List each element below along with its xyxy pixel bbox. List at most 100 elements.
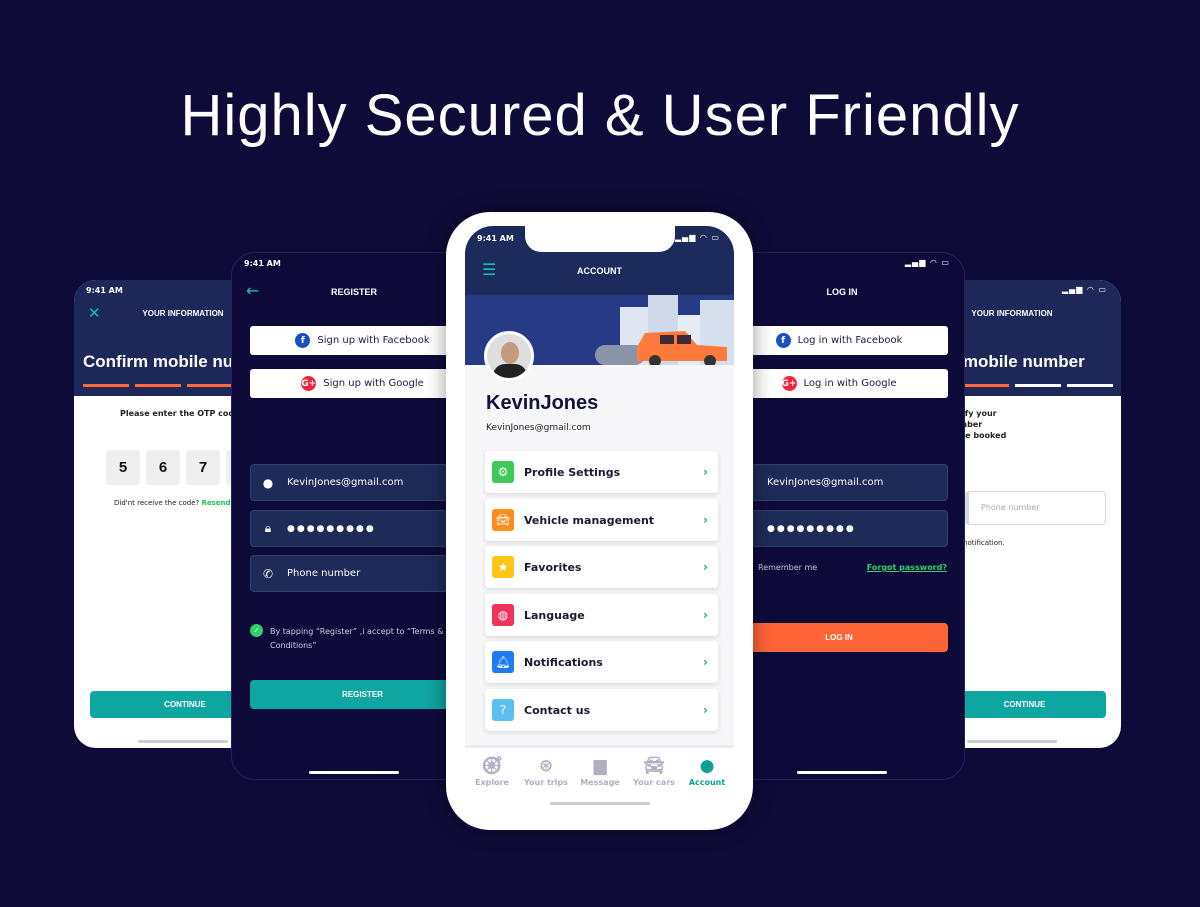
menu-label: Profile Settings bbox=[524, 465, 621, 479]
header-title: ACCOUNT bbox=[577, 266, 622, 276]
chevron-right-icon: › bbox=[703, 465, 708, 479]
menu-label: Vehicle management bbox=[524, 513, 655, 527]
home-indicator bbox=[309, 771, 399, 774]
progress-step-1 bbox=[963, 384, 1009, 387]
google-login-button[interactable]: G+ Log in with Google bbox=[730, 369, 948, 398]
user-name: KevinJones bbox=[486, 392, 599, 414]
google-plus-icon: G+ bbox=[781, 376, 797, 391]
lock-icon: 🔒︎ bbox=[264, 521, 272, 535]
bell-icon: 🔔︎ bbox=[492, 651, 514, 673]
account-icon: ● bbox=[699, 756, 715, 776]
menu-item-contact-us[interactable]: ? Contact us › bbox=[485, 689, 718, 731]
email-value: KevinJones@gmail.com bbox=[767, 477, 884, 488]
email-field[interactable]: ● KevinJones@gmail.com bbox=[250, 464, 475, 501]
menu-label: Notifications bbox=[524, 655, 603, 669]
register-button[interactable]: REGISTER bbox=[250, 680, 475, 709]
otp-digit[interactable]: 5 bbox=[106, 450, 140, 485]
forgot-password-link[interactable]: Forgot password? bbox=[867, 563, 947, 572]
password-value: ●●●●●●●●● bbox=[287, 523, 376, 534]
menu-item-language[interactable]: ◍ Language › bbox=[485, 594, 718, 636]
button-label: Log in with Google bbox=[803, 378, 897, 389]
email-field[interactable]: ●KevinJones@gmail.com bbox=[730, 464, 948, 501]
email-value: KevinJones@gmail.com bbox=[287, 477, 404, 488]
facebook-signup-button[interactable]: f Sign up with Facebook bbox=[250, 326, 475, 355]
phone-add-icon: ✆ bbox=[262, 566, 274, 581]
otp-digit[interactable]: 7 bbox=[186, 450, 220, 485]
user-email: KevinJones@gmail.com bbox=[486, 423, 591, 433]
otp-digit[interactable]: 6 bbox=[146, 450, 180, 485]
status-icons: ▂▄▆ ◠ ▭ bbox=[904, 258, 950, 267]
menu-item-notifications[interactable]: 🔔︎ Notifications › bbox=[485, 641, 718, 683]
status-time: 9:41 AM bbox=[86, 286, 123, 295]
user-icon: ● bbox=[262, 475, 274, 490]
facebook-icon: f bbox=[775, 333, 791, 348]
help-icon: ? bbox=[492, 699, 514, 721]
chevron-right-icon: › bbox=[703, 703, 708, 717]
menu-item-profile-settings[interactable]: ⚙ Profile Settings › bbox=[485, 451, 718, 493]
menu-label: Language bbox=[524, 608, 585, 622]
phone-field[interactable]: ✆ Phone number bbox=[250, 555, 475, 592]
phone-login: ▂▄▆ ◠ ▭ LOG IN f Log in with Facebook G+ L… bbox=[719, 252, 965, 780]
home-indicator bbox=[549, 802, 650, 805]
google-signup-button[interactable]: G+ Sign up with Google bbox=[250, 369, 475, 398]
remember-me-checkbox[interactable]: Remember me bbox=[758, 563, 817, 572]
google-plus-icon: G+ bbox=[301, 376, 317, 391]
status-icons: ▂▄▆ ◠ ▭ bbox=[674, 233, 720, 242]
progress-step-2 bbox=[1015, 384, 1061, 387]
message-icon: ▆ bbox=[593, 756, 607, 776]
phone-number-input[interactable]: Phone number bbox=[965, 491, 1106, 525]
chevron-right-icon: › bbox=[703, 560, 708, 574]
avatar[interactable] bbox=[484, 331, 534, 381]
button-label: Log in with Facebook bbox=[797, 335, 903, 346]
star-icon: ★ bbox=[492, 556, 514, 578]
otp-prompt: Please enter the OTP code bbox=[120, 409, 240, 418]
notch bbox=[525, 226, 675, 252]
header-title: LOG IN bbox=[826, 287, 858, 297]
password-field[interactable]: 🔒︎●●●●●●●●● bbox=[730, 510, 948, 547]
phone-placeholder: Phone number bbox=[287, 568, 361, 579]
terms-text: By tapping “Register” ,i accept to “Term… bbox=[270, 627, 444, 650]
tab-explore[interactable]: 🧭︎ Explore bbox=[465, 756, 519, 787]
tab-your-cars[interactable]: 🚘︎ Your cars bbox=[627, 756, 681, 787]
chevron-right-icon: › bbox=[703, 655, 708, 669]
steering-wheel-icon: ⊛ bbox=[538, 756, 554, 776]
password-value: ●●●●●●●●● bbox=[767, 523, 856, 534]
progress-step-1 bbox=[83, 384, 129, 387]
continue-button[interactable]: CONTINUE bbox=[943, 691, 1106, 718]
menu-label: Favorites bbox=[524, 560, 582, 574]
chevron-right-icon: › bbox=[703, 608, 708, 622]
tab-message[interactable]: ▆ Message bbox=[573, 756, 627, 787]
tab-account[interactable]: ● Account bbox=[680, 756, 734, 787]
progress-step-3 bbox=[187, 384, 233, 387]
login-button[interactable]: LOG IN bbox=[730, 623, 948, 652]
phone-account: 9:41 AM ▂▄▆ ◠ ▭ ☰ ACCOUNT KevinJones Kev… bbox=[446, 212, 753, 830]
menu-label: Contact us bbox=[524, 703, 591, 717]
status-time: 9:41 AM bbox=[244, 259, 281, 268]
home-indicator bbox=[797, 771, 887, 774]
menu-item-vehicle-management[interactable]: 🚘︎ Vehicle management › bbox=[485, 499, 718, 541]
compass-icon: 🧭︎ bbox=[481, 756, 503, 776]
resend-link[interactable]: Resend bbox=[201, 499, 230, 507]
button-label: Sign up with Google bbox=[323, 378, 424, 389]
tab-your-trips[interactable]: ⊛ Your trips bbox=[519, 756, 573, 787]
home-indicator bbox=[138, 740, 228, 743]
home-indicator bbox=[967, 740, 1057, 743]
resend-question: Did'nt receive the code? bbox=[114, 499, 200, 507]
header-title: REGISTER bbox=[330, 287, 377, 297]
gear-icon: ⚙ bbox=[492, 461, 514, 483]
car-icon: 🚘︎ bbox=[492, 509, 514, 531]
progress-step-2 bbox=[135, 384, 181, 387]
chevron-right-icon: › bbox=[703, 513, 708, 527]
car-icon: 🚘︎ bbox=[643, 756, 665, 776]
terms-checkbox[interactable]: ✓ bbox=[250, 624, 263, 637]
globe-icon: ◍ bbox=[492, 604, 514, 626]
button-label: Sign up with Facebook bbox=[317, 335, 430, 346]
headline: Highly Secured & User Friendly bbox=[180, 83, 1020, 148]
status-icons: ▂▄▆ ◠ ▭ bbox=[1061, 285, 1107, 294]
menu-item-favorites[interactable]: ★ Favorites › bbox=[485, 546, 718, 588]
facebook-login-button[interactable]: f Log in with Facebook bbox=[730, 326, 948, 355]
phone-register: 9:41 AM ← REGISTER f Sign up with Faceboo… bbox=[231, 252, 477, 780]
facebook-icon: f bbox=[295, 333, 311, 348]
status-time: 9:41 AM bbox=[477, 234, 514, 243]
password-field[interactable]: 🔒︎ ●●●●●●●●● bbox=[250, 510, 475, 547]
